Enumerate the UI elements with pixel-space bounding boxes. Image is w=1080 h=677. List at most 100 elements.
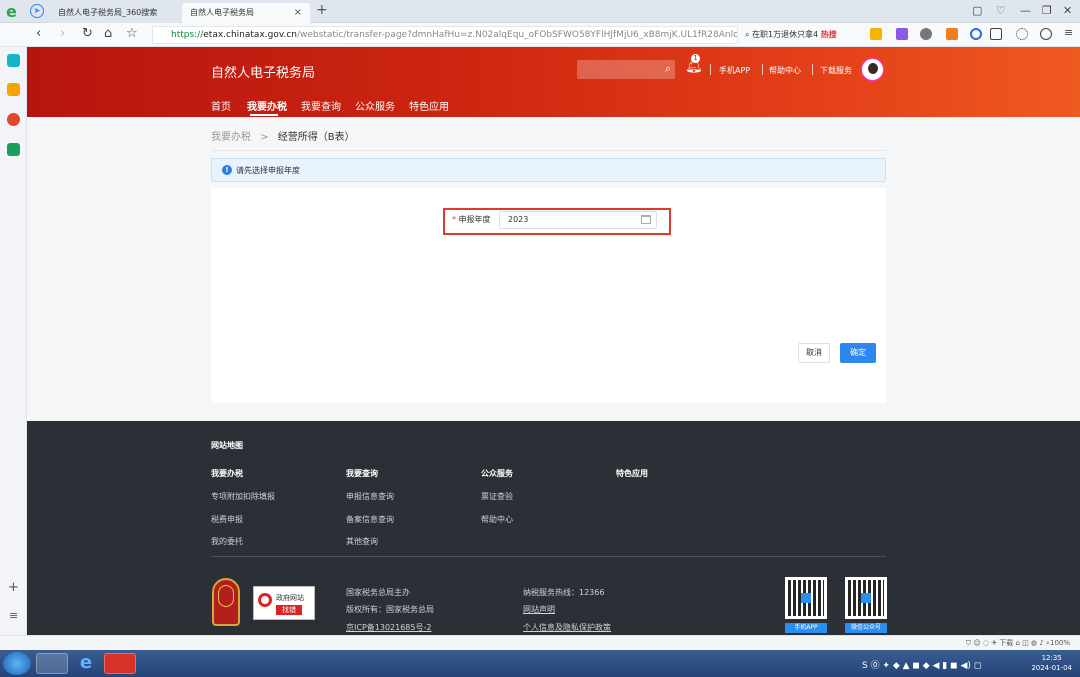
footer-col-title: 我要查询 (346, 469, 378, 478)
back-icon[interactable]: ‹ (36, 26, 41, 41)
taskbar-ie-icon[interactable]: e (70, 653, 102, 674)
sidebar-wallet-icon[interactable] (7, 143, 20, 156)
footer-col-title: 公众服务 (481, 469, 513, 478)
browser-search-box[interactable]: ⌕ 在职1万退休只拿4 热搜 (745, 26, 855, 44)
site-search-input[interactable]: ⌕ (577, 60, 675, 79)
search-icon[interactable]: ⌕ (665, 62, 671, 76)
clock[interactable]: 12:35 2024-01-04 (1031, 653, 1072, 673)
nav-featured-apps[interactable]: 特色应用 (409, 98, 449, 113)
footer-link[interactable]: 税费申报 (211, 514, 243, 525)
help-center-link[interactable]: 帮助中心 (769, 65, 801, 76)
sidebar-add-icon[interactable]: + (8, 580, 19, 595)
mobile-app-link[interactable]: 手机APP (719, 65, 750, 76)
search-icon[interactable] (970, 28, 982, 40)
taskbar-browser-icon[interactable] (36, 653, 68, 674)
sidebar-menu-icon[interactable]: ≡ (9, 609, 18, 622)
required-mark: * (452, 215, 456, 224)
minimize-icon[interactable]: — (1020, 4, 1031, 17)
scissors-icon[interactable] (920, 28, 932, 40)
sidebar-favorites-icon[interactable] (7, 83, 20, 96)
taskbar-wps-icon[interactable] (104, 653, 136, 674)
hotline-text: 纳税服务热线：12366 (523, 588, 605, 597)
gov-site-error-badge[interactable]: 政府网站 找错 (253, 586, 315, 620)
browser-tab-bar: e ➤ 自然人电子税务局_360搜索 自然人电子税务局 × + ▢ ♡ — ❐ ✕ (0, 0, 1080, 23)
nav-home[interactable]: 首页 (211, 98, 231, 113)
bell-icon[interactable]: 🔔︎ 1 (685, 54, 703, 74)
footer-link[interactable]: 我的委托 (211, 536, 243, 547)
tab-search[interactable]: 自然人电子税务局_360搜索 (50, 3, 178, 23)
start-button[interactable] (3, 652, 31, 675)
close-icon[interactable]: × (294, 3, 302, 23)
nav-tax-handling[interactable]: 我要办税 (247, 98, 287, 113)
footer-link[interactable]: 票证查验 (481, 491, 513, 502)
nav-public-service[interactable]: 公众服务 (355, 98, 395, 113)
game-icon[interactable] (946, 28, 958, 40)
site-title[interactable]: 自然人电子税务局 (211, 62, 315, 81)
divider (762, 64, 763, 75)
year-label: * 申报年度 (452, 214, 491, 225)
icp-link[interactable]: 京ICP备13021685号-2 (346, 622, 431, 633)
notification-count: 1 (691, 54, 700, 63)
download-service-link[interactable]: 下载服务 (820, 65, 852, 76)
browser-status-bar: ⛉ ☺ ◌ ✈ 下载 ⌂ ◫ ◍ ♪ ⌕100% (0, 635, 1080, 650)
extension-icon[interactable] (870, 28, 882, 40)
magnifier-icon (258, 593, 272, 607)
undo-icon[interactable] (1040, 28, 1052, 40)
hot-search-label: 热搜 (820, 30, 837, 39)
zoom-level[interactable]: 100% (1050, 639, 1070, 647)
brightness-icon[interactable] (1016, 28, 1028, 40)
copyright-text: 版权所有：国家税务总局 (346, 605, 434, 614)
sidebar-weibo-icon[interactable] (7, 113, 20, 126)
calendar-icon[interactable] (641, 215, 651, 224)
skin-icon[interactable]: ♡ (996, 4, 1006, 17)
footer-col-title: 特色应用 (616, 469, 648, 478)
divider (812, 64, 813, 75)
gov-badge-top: 政府网站 (276, 594, 304, 602)
url-input[interactable]: https://etax.chinatax.gov.cn/webstatic/t… (152, 26, 738, 44)
refresh-icon[interactable]: ↻ (82, 26, 93, 41)
year-picker-input[interactable]: 2023 (499, 211, 657, 229)
download-label[interactable]: 下载 (999, 639, 1013, 647)
breadcrumb-parent[interactable]: 我要办税 (211, 132, 251, 143)
back-history-icon[interactable]: ➤ (30, 4, 44, 18)
apps-grid-icon[interactable] (990, 28, 1002, 40)
tab-list-icon[interactable]: ▢ (972, 4, 982, 17)
bookmark-star-icon[interactable]: ☆ (126, 26, 138, 41)
footer-link[interactable]: 专项附加扣除填报 (211, 491, 275, 502)
maximize-icon[interactable]: ❐ (1042, 4, 1052, 17)
tab-etax[interactable]: 自然人电子税务局 × (182, 3, 310, 23)
sidebar-app-icon[interactable] (7, 54, 20, 67)
footer-link[interactable]: 帮助中心 (481, 514, 513, 525)
sitemap-title: 网站地图 (211, 441, 243, 450)
new-tab-button[interactable]: + (316, 2, 328, 18)
forward-icon[interactable]: › (60, 26, 65, 41)
home-icon[interactable]: ⌂ (104, 26, 112, 41)
extension-icon[interactable] (896, 28, 908, 40)
nav-query[interactable]: 我要查询 (301, 98, 341, 113)
address-toolbar: ‹ › ↻ ⌂ ☆ https://etax.chinatax.gov.cn/w… (0, 23, 1080, 47)
cancel-button[interactable]: 取消 (798, 343, 830, 363)
menu-icon[interactable]: ≡ (1064, 26, 1073, 39)
os-taskbar: e S ⓪ ✦ ◆ ▲ ◼ ◆ ◀ ▮ ◼ ◀) ◻ 12:35 2024-01… (0, 650, 1080, 677)
avatar[interactable] (861, 58, 884, 81)
tab-label: 自然人电子税务局_360搜索 (58, 8, 158, 17)
info-alert: ! 请先选择申报年度 (211, 158, 886, 182)
breadcrumb: 我要办税 > 经营所得（B表） (211, 128, 355, 143)
system-tray: S ⓪ ✦ ◆ ▲ ◼ ◆ ◀ ▮ ◼ ◀) ◻ (862, 661, 982, 671)
footer-link[interactable]: 备案信息查询 (346, 514, 394, 525)
gov-badge-bottom: 找错 (276, 605, 302, 615)
clock-date: 2024-01-04 (1031, 664, 1072, 672)
tax-emblem-logo (212, 578, 240, 626)
footer-link[interactable]: 其他查询 (346, 536, 378, 547)
confirm-button[interactable]: 确定 (840, 343, 876, 363)
footer-link[interactable]: 申报信息查询 (346, 491, 394, 502)
qr-label: 微信公众号 (845, 623, 887, 633)
close-window-icon[interactable]: ✕ (1063, 4, 1072, 17)
qr-code-wechat (845, 577, 887, 619)
statement-link[interactable]: 网站声明 (523, 604, 555, 615)
host-text: 国家税务总局主办 (346, 588, 410, 597)
clock-time: 12:35 (1041, 654, 1062, 662)
privacy-link[interactable]: 个人信息及隐私保护政策 (523, 622, 611, 633)
search-hint: 在职1万退休只拿4 (752, 30, 819, 39)
info-icon: ! (222, 165, 232, 175)
